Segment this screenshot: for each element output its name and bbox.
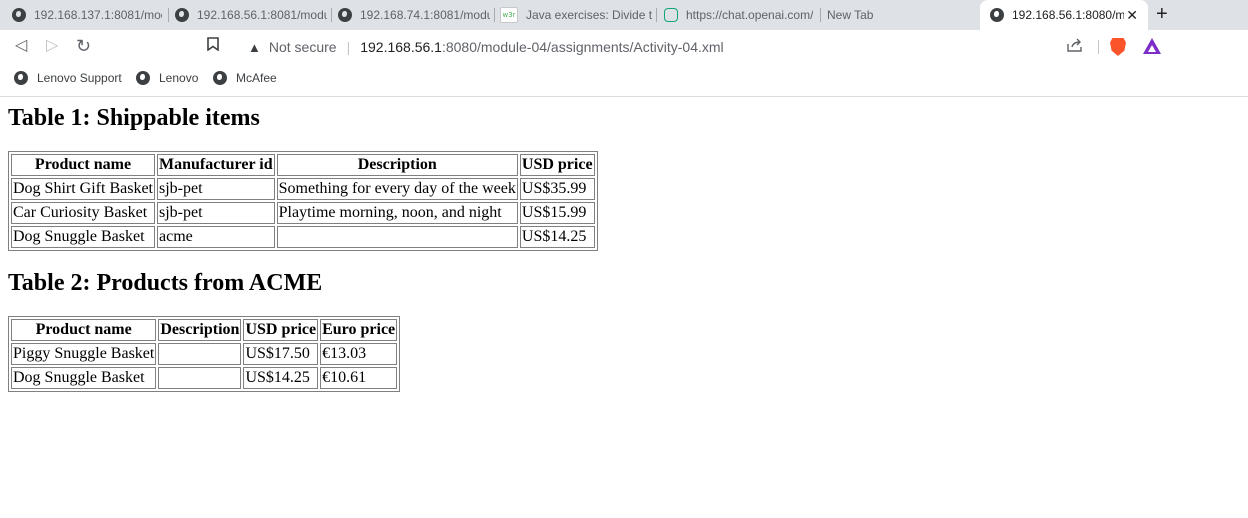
forward-icon[interactable]: ▷ [46,36,58,56]
table-cell [158,367,242,389]
table-cell: €13.03 [320,343,398,365]
bookmark-mcafee[interactable]: McAfee [213,71,277,85]
table-cell: US$14.25 [519,226,595,248]
share-icon[interactable] [1067,38,1083,55]
security-label[interactable]: Not secure [269,39,337,55]
url-text[interactable]: 192.168.56.1:8080/module-04/assignments/… [360,39,723,55]
table-cell: €10.61 [320,367,398,389]
tab-separator [168,8,169,22]
table-cell [276,226,518,248]
table2-heading: Table 2: Products from ACME [8,270,323,296]
tab-separator [331,8,332,22]
bookmark-label: McAfee [236,71,277,85]
column-header: Manufacturer id [157,154,275,176]
table-cell: US$35.99 [519,178,595,200]
tab-2[interactable]: 192.168.56.1:8081/modu [175,0,327,30]
column-header: Description [158,319,242,341]
column-header: USD price [519,154,595,176]
tab-title: https://chat.openai.com/ [686,8,814,22]
table-cell: sjb-pet [157,202,275,224]
table-cell: Something for every day of the week [276,178,518,200]
w3-icon: w3r [500,7,518,23]
browser-toolbar: ◁ ▷ ↻ ▲ Not secure | 192.168.56.1:8080/m… [0,30,1248,64]
column-header: Product name [11,319,157,341]
divider: | [346,39,351,55]
globe-icon [213,71,227,85]
tab-title: 192.168.56.1:8081/modu [197,8,327,22]
chatgpt-icon [664,8,678,22]
warning-icon[interactable]: ▲ [248,40,261,55]
tab-3[interactable]: 192.168.74.1:8081/modu [338,0,490,30]
table-header-row: Product name Manufacturer id Description… [11,154,595,176]
table-cell: US$17.50 [243,343,319,365]
table-cell [158,343,242,365]
tab-separator [820,8,821,22]
globe-icon [14,71,28,85]
url-host: 192.168.56.1 [360,39,442,55]
tab-6[interactable]: New Tab [827,0,977,30]
brave-rewards-icon[interactable] [1143,38,1161,54]
table-cell: Dog Snuggle Basket [11,226,155,248]
bookmark-label: Lenovo [159,71,199,85]
address-bar[interactable]: ▲ Not secure | 192.168.56.1:8080/module-… [236,33,1168,61]
tab-title: 192.168.74.1:8081/modu [360,8,490,22]
bookmark-icon[interactable] [207,37,219,57]
table-cell: Playtime morning, noon, and night [276,202,518,224]
table-cell: Piggy Snuggle Basket [11,343,157,365]
tab-1[interactable]: 192.168.137.1:8081/mod [12,0,162,30]
bookmark-lenovo[interactable]: Lenovo [136,71,198,85]
table-row: Piggy Snuggle Basket US$17.50 €13.03 [11,343,398,365]
shippable-items-table: Product name Manufacturer id Description… [8,151,598,251]
column-header: Euro price [320,319,398,341]
tab-title: Java exercises: Divide tw [526,8,652,22]
url-path: :8080/module-04/assignments/Activity-04.… [441,39,724,55]
table-cell: Car Curiosity Basket [11,202,155,224]
tab-strip: 192.168.137.1:8081/mod 192.168.56.1:8081… [0,0,1248,30]
tab-separator [656,8,657,22]
bookmark-lenovo-support[interactable]: Lenovo Support [14,71,122,85]
tab-separator [494,8,495,22]
table-row: Dog Snuggle Basket US$14.25 €10.61 [11,367,398,389]
tab-active[interactable]: 192.168.56.1:8080/m ✕ [980,0,1148,30]
table1-heading: Table 1: Shippable items [8,105,260,131]
tab-title: 192.168.137.1:8081/mod [34,8,162,22]
toolbar-divider [1098,40,1099,54]
table-row: Dog Shirt Gift Basket sjb-pet Something … [11,178,595,200]
column-header: Description [276,154,518,176]
globe-icon [136,71,150,85]
table-cell: sjb-pet [157,178,275,200]
column-header: USD price [243,319,319,341]
tab-4[interactable]: w3r Java exercises: Divide tw [500,0,652,30]
table-row: Car Curiosity Basket sjb-pet Playtime mo… [11,202,595,224]
back-icon[interactable]: ◁ [15,36,27,56]
table-header-row: Product name Description USD price Euro … [11,319,398,341]
table-row: Dog Snuggle Basket acme US$14.25 [11,226,595,248]
close-tab-icon[interactable]: ✕ [1126,7,1138,24]
column-header: Product name [11,154,155,176]
tab-title: New Tab [827,8,874,22]
globe-icon [175,8,189,22]
acme-products-table: Product name Description USD price Euro … [8,316,401,392]
globe-icon [12,8,26,22]
globe-icon [990,8,1004,22]
new-tab-button[interactable]: + [1156,4,1168,24]
bookmarks-bar: Lenovo Support Lenovo McAfee [0,64,1248,97]
globe-icon [338,8,352,22]
reload-icon[interactable]: ↻ [76,36,91,56]
table-cell: US$15.99 [519,202,595,224]
table-cell: US$14.25 [243,367,319,389]
tab-title: 192.168.56.1:8080/m [1012,8,1124,22]
table-cell: Dog Snuggle Basket [11,367,157,389]
tab-5[interactable]: https://chat.openai.com/ [664,0,816,30]
table-cell: acme [157,226,275,248]
bookmark-label: Lenovo Support [37,71,122,85]
table-cell: Dog Shirt Gift Basket [11,178,155,200]
